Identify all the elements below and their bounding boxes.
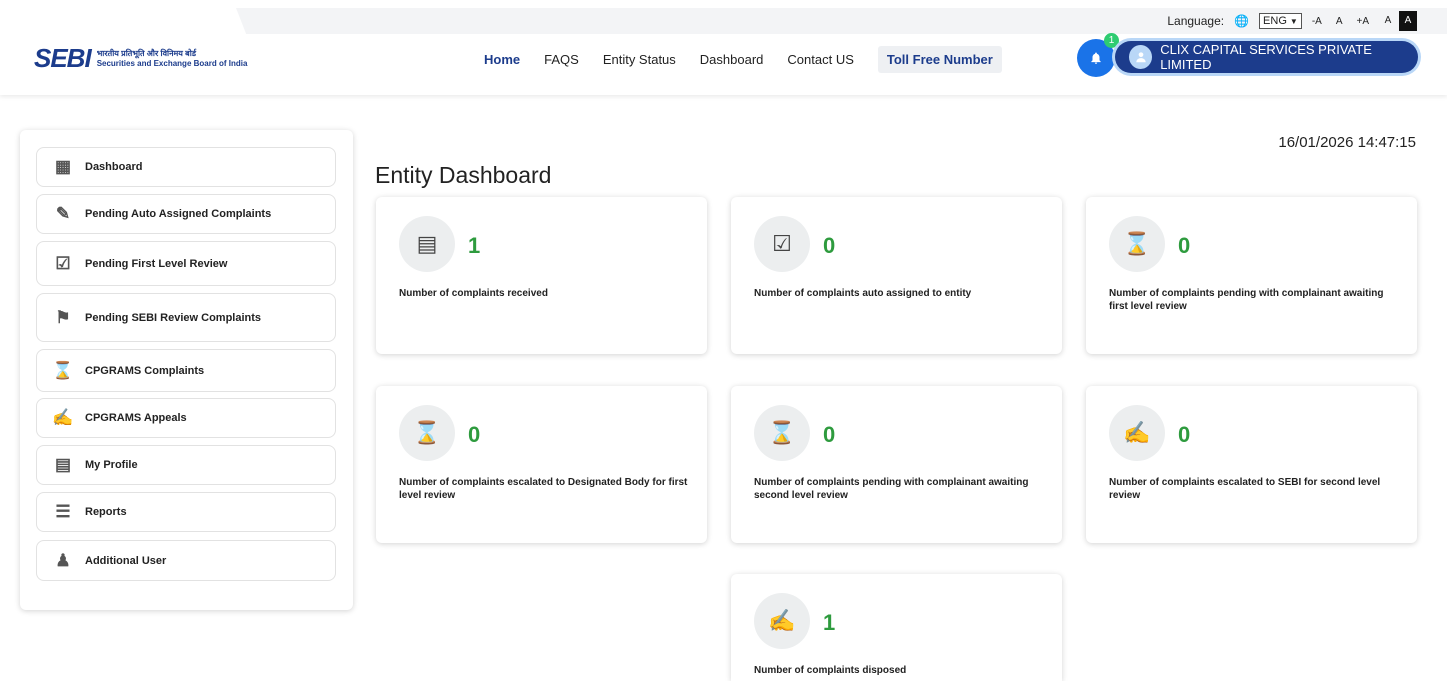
card-count: 0 [468,422,481,447]
card-escalated-sebi[interactable]: ✍ 0 Number of complaints escalated to SE… [1086,386,1417,543]
language-select[interactable]: ENG ▼ [1259,13,1302,29]
page-title: Entity Dashboard [375,162,552,188]
card-label: Number of complaints received [399,288,548,299]
sidebar-item-pending-auto-assigned[interactable]: ✎ Pending Auto Assigned Complaints [36,194,336,234]
sidebar-item-cpgrams-appeals[interactable]: ✍ CPGRAMS Appeals [36,398,336,438]
card-label: Number of complaints auto assigned to en… [754,288,972,299]
sidebar-item-label: CPGRAMS Appeals [85,412,187,424]
card-label: Number of complaints escalated to SEBI f… [1109,477,1381,501]
users-icon: ♟ [55,550,71,570]
escalated-designated-icon: ⌛ [399,405,455,461]
escalated-sebi-icon: ✍ [1109,405,1165,461]
font-size-controls: -A A +A [1312,16,1369,27]
card-disposed[interactable]: ✍ 1 Number of complaints disposed [731,574,1062,681]
card-count: 1 [823,610,836,635]
sidebar-item-label: CPGRAMS Complaints [85,364,205,377]
font-normal-button[interactable]: A [1336,16,1343,27]
card-count: 0 [1178,233,1191,258]
card-escalated-designated[interactable]: ⌛ 0 Number of complaints escalated to De… [376,386,707,543]
sidebar-item-pending-first-level-review[interactable]: ☑ Pending First Level Review [36,241,336,286]
language-label: Language: [1167,14,1225,28]
nav-dashboard[interactable]: Dashboard [700,52,764,67]
sidebar-item-label: Reports [85,506,127,518]
appeal-icon: ✍ [52,408,74,427]
bell-icon [1091,52,1101,64]
sidebar-item-my-profile[interactable]: ▤ My Profile [36,445,336,485]
sidebar-item-label: Additional User [85,554,167,567]
font-increase-button[interactable]: +A [1356,16,1369,27]
card-auto-assigned[interactable]: ☑ 0 Number of complaints auto assigned t… [731,197,1062,354]
user-menu-button[interactable]: CLIX CAPITAL SERVICES PRIVATE LIMITED [1115,41,1418,73]
toll-free-button[interactable]: Toll Free Number [877,45,1002,73]
sidebar-item-dashboard[interactable]: ▦ Dashboard [36,147,336,187]
logo-english: Securities and Exchange Board of India [96,58,248,68]
chevron-down-icon: ▼ [1289,16,1298,26]
font-decrease-button[interactable]: -A [1312,16,1322,27]
presenter-icon: ⚑ [55,307,71,327]
nav-entity-status[interactable]: Entity Status [603,52,676,67]
complaint-received-icon: ▤ [399,216,455,272]
sebi-logo[interactable]: SEBI भारतीय प्रतिभूति और विनिमय बोर्ड Se… [34,43,247,74]
card-count: 0 [823,233,836,258]
main-nav: Home FAQS Entity Status Dashboard Contac… [484,44,1002,74]
globe-icon: 🌐 [1234,14,1250,28]
nav-contact-us[interactable]: Contact US [787,52,853,67]
logo-hindi: भारतीय प्रतिभूति और विनिमय बोर्ड [96,48,197,58]
card-label: Number of complaints pending with compla… [1109,288,1384,312]
card-label: Number of complaints escalated to Design… [399,477,688,501]
user-name: CLIX CAPITAL SERVICES PRIVATE LIMITED [1160,42,1372,72]
contrast-light-button[interactable]: A [1379,11,1397,31]
card-pending-second-level[interactable]: ⌛ 0 Number of complaints pending with co… [731,386,1062,543]
sidebar-item-label: My Profile [85,459,138,471]
sidebar: ▦ Dashboard ✎ Pending Auto Assigned Comp… [20,130,353,610]
notification-badge: 1 [1104,33,1119,48]
current-timestamp: 16/01/2026 14:47:15 [1278,134,1416,151]
card-complaints-received[interactable]: ▤ 1 Number of complaints received [376,197,707,354]
sidebar-item-label: Dashboard [85,161,143,173]
sidebar-item-reports[interactable]: ☰ Reports [36,492,336,532]
auto-assigned-icon: ☑ [754,216,810,272]
sidebar-item-additional-user[interactable]: ♟ Additional User [36,540,336,581]
user-avatar-icon [1129,45,1153,69]
card-count: 0 [823,422,836,447]
contrast-controls: A A [1379,11,1417,31]
sidebar-item-label: Pending SEBI Review Complaints [85,311,262,324]
contrast-dark-button[interactable]: A [1399,11,1417,31]
sidebar-item-label: Pending Auto Assigned Complaints [85,208,272,220]
card-label: Number of complaints disposed [754,665,907,676]
language-value: ENG [1263,15,1287,27]
disposed-icon: ✍ [754,593,810,649]
card-count: 0 [1178,422,1191,447]
nav-home[interactable]: Home [484,52,520,67]
card-pending-first-level[interactable]: ⌛ 0 Number of complaints pending with co… [1086,197,1417,354]
report-icon: ☰ [55,502,71,521]
card-label: Number of complaints pending with compla… [754,477,1029,501]
card-count: 1 [468,233,481,258]
document-hourglass-icon: ⌛ [52,360,74,380]
sidebar-item-cpgrams-complaints[interactable]: ⌛ CPGRAMS Complaints [36,349,336,392]
profile-card-icon: ▤ [54,455,72,474]
sidebar-item-pending-sebi-review[interactable]: ⚑ Pending SEBI Review Complaints [36,293,336,342]
document-edit-icon: ✎ [55,204,71,223]
logo-mark: SEBI [34,43,92,73]
pending-second-level-icon: ⌛ [754,405,810,461]
dashboard-icon: ▦ [54,157,72,176]
document-check-icon: ☑ [55,253,71,273]
accessibility-bar: Language: 🌐 ENG ▼ -A A +A A A [1167,10,1417,32]
logo-text: भारतीय प्रतिभूति और विनिमय बोर्ड Securit… [97,49,248,69]
pending-first-level-icon: ⌛ [1109,216,1165,272]
sidebar-item-label: Pending First Level Review [85,257,228,270]
nav-faqs[interactable]: FAQS [544,52,579,67]
